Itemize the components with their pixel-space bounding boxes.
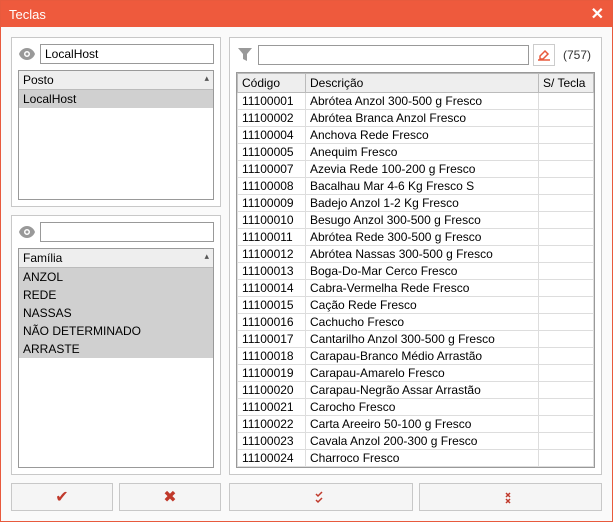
table-row[interactable]: 11100007Azevia Rede 100-200 g Fresco [238,161,594,178]
table-row[interactable]: 11100022Carta Areeiro 50-100 g Fresco [238,416,594,433]
table-row[interactable]: 11100005Anequim Fresco [238,144,594,161]
table-row[interactable]: 11100011Abrótea Rede 300-500 g Fresco [238,229,594,246]
list-item[interactable]: ANZOL [19,268,213,286]
cancel-button[interactable]: ✖ [119,483,221,511]
table-row[interactable]: 11100018Carapau-Branco Médio Arrastão [238,348,594,365]
data-table: Código Descrição S/ Tecla 11100001Abróte… [237,73,594,467]
clear-filter-button[interactable] [533,44,555,66]
table-row[interactable]: 11100015Cação Rede Fresco [238,297,594,314]
col-codigo[interactable]: Código [238,74,306,93]
select-all-button[interactable] [229,483,413,511]
titlebar: Teclas ✕ [1,1,612,27]
window-title: Teclas [9,7,46,22]
posto-filter-input[interactable] [40,44,214,64]
table-row[interactable]: 11100021Carocho Fresco [238,399,594,416]
eye-icon [18,45,36,63]
deselect-all-button[interactable] [419,483,603,511]
search-input[interactable] [258,45,529,65]
table-row[interactable]: 11100019Carapau-Amarelo Fresco [238,365,594,382]
table-row[interactable]: 11100016Cachucho Fresco [238,314,594,331]
col-descricao[interactable]: Descrição [306,74,539,93]
table-row[interactable]: 11100008Bacalhau Mar 4-6 Kg Fresco S [238,178,594,195]
list-item[interactable]: ARRASTE [19,340,213,358]
col-stecla[interactable]: S/ Tecla [539,74,594,93]
list-item[interactable]: LocalHost [19,90,213,108]
table-row[interactable]: 11100002Abrótea Branca Anzol Fresco [238,110,594,127]
list-item[interactable]: NÃO DETERMINADO [19,322,213,340]
eye-icon [18,223,36,241]
data-table-scroll[interactable]: Código Descrição S/ Tecla 11100001Abróte… [237,73,594,467]
table-row[interactable]: 11100024Charroco Fresco [238,450,594,467]
posto-header[interactable]: Posto [19,71,213,90]
confirm-button[interactable]: ✔ [11,483,113,511]
table-row[interactable]: 11100014Cabra-Vermelha Rede Fresco [238,280,594,297]
funnel-icon [236,46,254,64]
table-row[interactable]: 11100004Anchova Rede Fresco [238,127,594,144]
posto-listbox[interactable]: Posto LocalHost [18,70,214,200]
table-row[interactable]: 11100001Abrótea Anzol 300-500 g Fresco [238,93,594,110]
list-item[interactable]: NASSAS [19,304,213,322]
table-row[interactable]: 11100012Abrótea Nassas 300-500 g Fresco [238,246,594,263]
table-row[interactable]: 11100009Badejo Anzol 1-2 Kg Fresco [238,195,594,212]
table-row[interactable]: 11100013Boga-Do-Mar Cerco Fresco [238,263,594,280]
row-count: (757) [559,48,595,62]
table-row[interactable]: 11100020Carapau-Negrão Assar Arrastão [238,382,594,399]
table-row[interactable]: 11100017Cantarilho Anzol 300-500 g Fresc… [238,331,594,348]
table-row[interactable]: 11100010Besugo Anzol 300-500 g Fresco [238,212,594,229]
familia-filter-input[interactable] [40,222,214,242]
familia-header[interactable]: Família [19,249,213,268]
list-item[interactable]: REDE [19,286,213,304]
familia-listbox[interactable]: Família ANZOLREDENASSASNÃO DETERMINADOAR… [18,248,214,468]
close-icon[interactable]: ✕ [591,4,604,24]
table-row[interactable]: 11100023Cavala Anzol 200-300 g Fresco [238,433,594,450]
